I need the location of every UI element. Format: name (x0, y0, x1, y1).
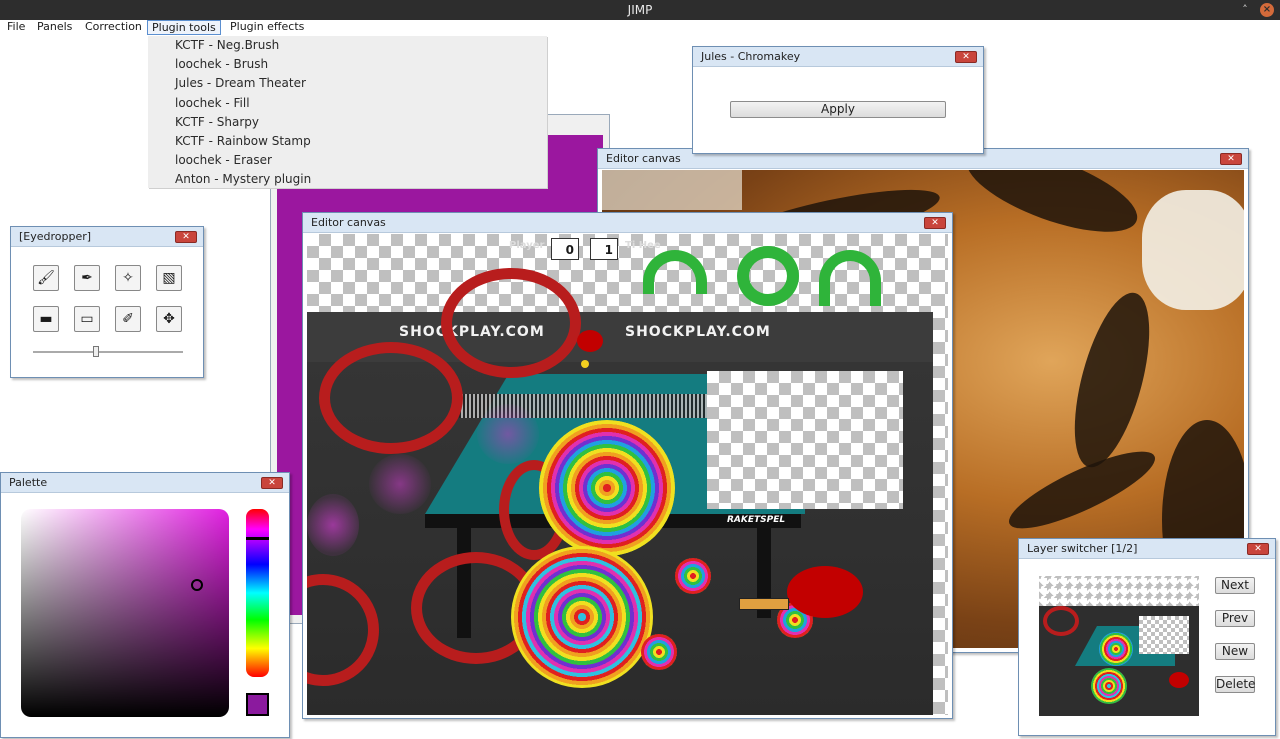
transparent-region (933, 234, 948, 715)
editor-canvas-front-window: Editor canvas ✕ Player 0 1 Ti Hee SHOCKP… (302, 212, 953, 719)
close-icon[interactable]: × (1260, 3, 1274, 17)
window-title-text: Editor canvas (311, 216, 386, 229)
rainbow-stamp (675, 558, 711, 594)
window-title-text: Layer switcher [1/2] (1027, 542, 1138, 555)
palette-window: Palette ✕ (0, 472, 290, 738)
menu-panels[interactable]: Panels (33, 20, 76, 35)
app-title: JIMP (627, 3, 653, 17)
menubar: File Panels Correction Plugin tools Plug… (0, 20, 1280, 36)
score-opponent: 1 (590, 238, 618, 260)
feather-icon[interactable]: ✒ (74, 265, 100, 291)
menu-correction[interactable]: Correction (81, 20, 146, 35)
menu-item-mystery-plugin[interactable]: Anton - Mystery plugin (148, 170, 547, 189)
player-label: Player (509, 240, 545, 251)
window-title-text: [Eyedropper] (19, 230, 92, 243)
paddle-red (787, 566, 863, 618)
window-title: Layer switcher [1/2] (1019, 539, 1275, 559)
table-brand: RAKETSPEL (727, 515, 786, 525)
layer-thumbnail (1039, 576, 1199, 716)
eyedropper-icon[interactable]: ✐ (115, 306, 141, 332)
green-stroke (737, 246, 799, 306)
window-title-text: Palette (9, 476, 48, 489)
size-slider-thumb[interactable] (93, 346, 99, 357)
fill-bucket-icon[interactable]: ▧ (156, 265, 182, 291)
spray-stroke (369, 454, 431, 514)
brush-icon[interactable]: 🖌 (33, 265, 59, 291)
window-title: Palette (1, 473, 289, 493)
paddle-handle (739, 598, 789, 610)
layer-switcher-window: Layer switcher [1/2] ✕ Next Prev New Del… (1018, 538, 1276, 736)
move-icon[interactable]: ✥ (156, 306, 182, 332)
hue-slider[interactable] (246, 509, 269, 677)
hue-marker[interactable] (246, 537, 269, 540)
delete-layer-button[interactable]: Delete (1215, 676, 1255, 693)
score-player: 0 (551, 238, 579, 260)
close-icon[interactable]: ✕ (955, 51, 977, 63)
wand-icon[interactable]: ✧ (115, 265, 141, 291)
minimize-icon[interactable]: ˄ (1238, 3, 1252, 17)
menu-item-fill[interactable]: loochek - Fill (148, 94, 547, 113)
dream-theater-stamp (441, 268, 581, 378)
window-title: Jules - Chromakey (693, 47, 983, 67)
saturation-value-picker[interactable] (21, 509, 229, 717)
rainbow-stamp (511, 546, 653, 688)
chromakey-window: Jules - Chromakey ✕ Apply (692, 46, 984, 154)
menu-file[interactable]: File (3, 20, 29, 35)
spray-stroke (307, 494, 359, 556)
dream-theater-stamp (319, 342, 463, 454)
eraser-icon[interactable]: ▬ (33, 306, 59, 332)
close-icon[interactable]: ✕ (1220, 153, 1242, 165)
window-title-text: Editor canvas (606, 152, 681, 165)
game-canvas[interactable]: Player 0 1 Ti Hee SHOCKPLAY.COM SHOCKPLA… (307, 234, 948, 715)
next-layer-button[interactable]: Next (1215, 577, 1255, 594)
apply-button[interactable]: Apply (730, 101, 946, 118)
rainbow-stamp (641, 634, 677, 670)
menu-item-brush[interactable]: loochek - Brush (148, 55, 547, 74)
menu-plugin-tools[interactable]: Plugin tools (147, 20, 221, 35)
app-titlebar: JIMP ˄ × (0, 0, 1280, 20)
new-layer-button[interactable]: New (1215, 643, 1255, 660)
paddle-small (577, 330, 603, 352)
spray-stroke (477, 404, 539, 464)
opponent-label: Ti Hee (625, 240, 661, 251)
close-icon[interactable]: ✕ (924, 217, 946, 229)
menu-item-rainbow-stamp[interactable]: KCTF - Rainbow Stamp (148, 132, 547, 151)
transparent-patch (707, 371, 903, 509)
site-banner: SHOCKPLAY.COM (625, 324, 771, 340)
plugin-tools-dropdown: KCTF - Neg.Brush loochek - Brush Jules -… (148, 36, 547, 188)
selected-color-swatch (246, 693, 269, 716)
ball (581, 360, 589, 368)
rainbow-stamp (539, 420, 675, 556)
menu-plugin-effects[interactable]: Plugin effects (226, 20, 308, 35)
tools-window: [Eyedropper] ✕ 🖌 ✒ ✧ ▧ ▬ ▭ ✐ ✥ (10, 226, 204, 378)
close-icon[interactable]: ✕ (175, 231, 197, 243)
picker-cursor[interactable] (191, 579, 203, 591)
prev-layer-button[interactable]: Prev (1215, 610, 1255, 627)
menu-item-sharpy[interactable]: KCTF - Sharpy (148, 113, 547, 132)
green-stroke (819, 250, 881, 306)
rectangle-icon[interactable]: ▭ (74, 306, 100, 332)
menu-item-dream-theater[interactable]: Jules - Dream Theater (148, 74, 547, 93)
menu-item-neg-brush[interactable]: KCTF - Neg.Brush (148, 36, 547, 55)
size-slider-track[interactable] (33, 351, 183, 353)
menu-item-eraser[interactable]: loochek - Eraser (148, 151, 547, 170)
window-title: Editor canvas (303, 213, 952, 233)
window-title-text: Jules - Chromakey (701, 50, 801, 63)
close-icon[interactable]: ✕ (1247, 543, 1269, 555)
close-icon[interactable]: ✕ (261, 477, 283, 489)
